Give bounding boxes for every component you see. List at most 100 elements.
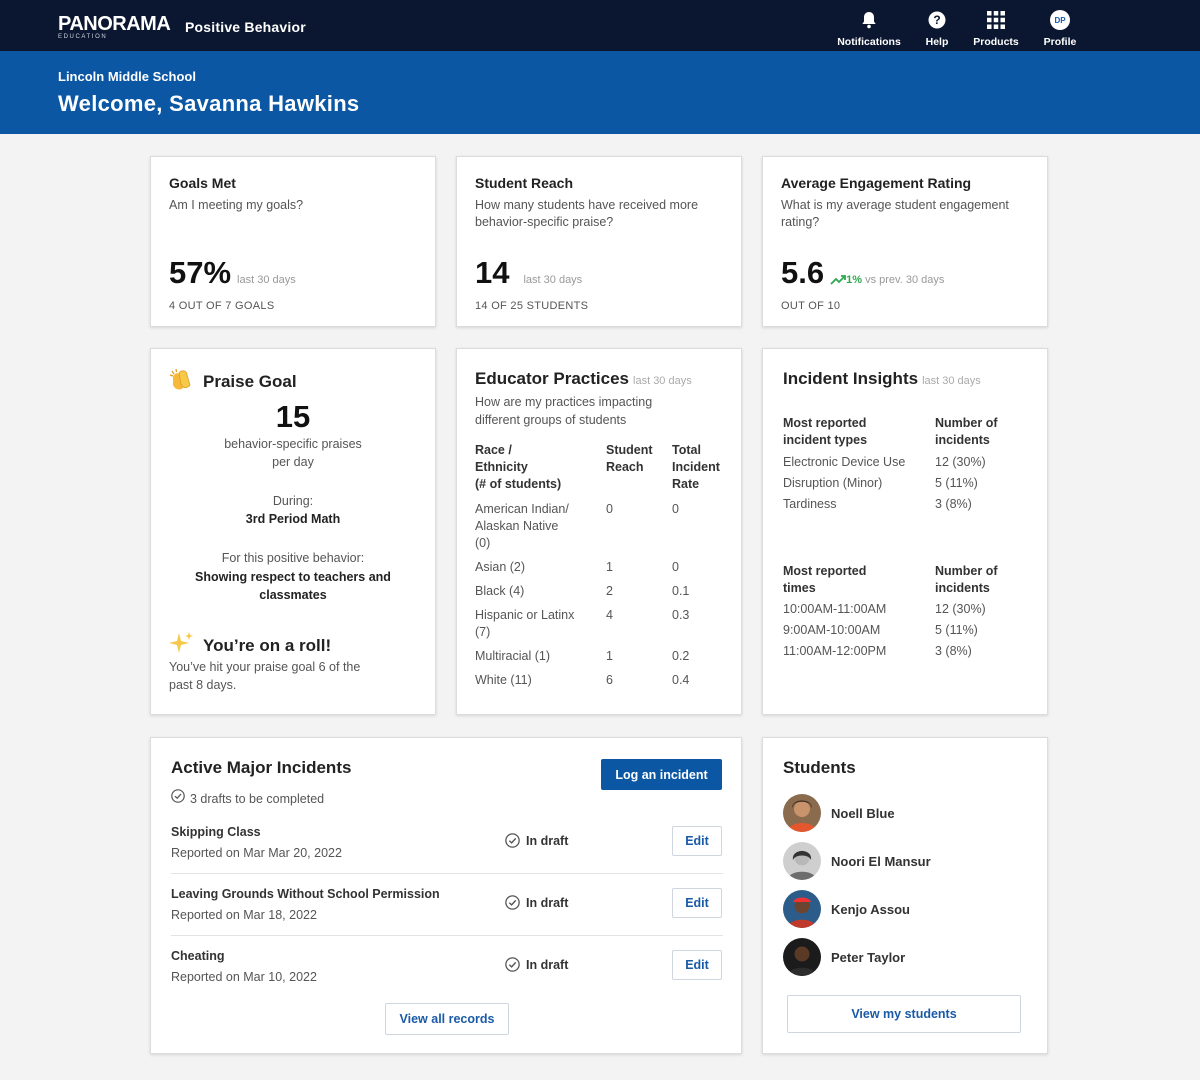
list-item-count: 12 (30%) — [935, 455, 986, 469]
roll-text-line1: You’ve hit your praise goal 6 of the — [169, 660, 361, 674]
student-avatar — [783, 890, 821, 928]
during-value: 3rd Period Math — [245, 512, 341, 526]
panorama-logo[interactable]: PANORAMA — [58, 14, 171, 34]
table-row: Hispanic or Latinx (7) — [475, 608, 575, 639]
help-icon: ? — [918, 8, 956, 32]
table-cell-rate: 0.3 — [672, 608, 690, 622]
engagement-card: Average Engagement Rating What is my ave… — [762, 156, 1048, 327]
table-cell-reach: 4 — [606, 608, 613, 622]
student-name: Kenjo Assou — [831, 901, 910, 917]
list-item-count: 3 (8%) — [935, 644, 972, 658]
clapping-hands-icon — [169, 367, 195, 396]
app-name[interactable]: Positive Behavior — [185, 19, 306, 35]
nav-products[interactable]: Products — [970, 8, 1022, 48]
behavior-value-line2: classmates — [259, 588, 327, 602]
list-item[interactable]: Peter Taylor — [783, 938, 905, 976]
table-cell-rate: 0.1 — [672, 584, 690, 598]
card-title: Praise Goal — [203, 371, 297, 391]
card-period: last 30 days — [633, 375, 692, 387]
edit-button[interactable]: Edit — [672, 950, 722, 980]
student-name: Noori El Mansur — [831, 853, 931, 869]
list-item: 9:00AM-10:00AM — [783, 623, 881, 637]
table-cell-rate: 0 — [672, 560, 679, 574]
table-cell-reach: 6 — [606, 673, 613, 687]
nav-help[interactable]: ? Help — [918, 8, 956, 48]
card-question: How many students have received more beh… — [475, 198, 699, 229]
table-row: Multiracial (1) — [475, 649, 551, 663]
praise-unit-line1: behavior-specific praises — [224, 437, 362, 451]
status-badge: In draft — [505, 895, 568, 910]
divider — [171, 873, 723, 874]
edit-button[interactable]: Edit — [672, 826, 722, 856]
sparkles-icon — [169, 631, 195, 660]
times-header: Most reported times — [783, 564, 867, 595]
list-item: 10:00AM-11:00AM — [783, 602, 887, 616]
incident-reported: Reported on Mar Mar 20, 2022 — [171, 846, 342, 860]
student-reach-card: Student Reach How many students have rec… — [456, 156, 742, 327]
praise-count: 15 — [275, 399, 311, 434]
behavior-label: For this positive behavior: — [221, 551, 365, 565]
divider — [171, 935, 723, 936]
types-count-header: Number of incidents — [935, 416, 998, 447]
trend-up-indicator: 1% vs prev. 30 days — [830, 274, 944, 286]
table-cell-reach: 1 — [606, 560, 613, 574]
incident-insights-card: Incident Insights last 30 days Most repor… — [762, 348, 1048, 715]
col-header-reach: Student Reach — [606, 443, 653, 474]
praise-unit-line2: per day — [272, 455, 314, 469]
roll-title: You’re on a roll! — [203, 635, 332, 655]
student-avatar — [783, 938, 821, 976]
student-name: Noell Blue — [831, 805, 895, 821]
list-item-count: 3 (8%) — [935, 497, 972, 511]
student-avatar — [783, 794, 821, 832]
roll-text-line2: past 8 days. — [169, 678, 237, 692]
card-period: last 30 days — [922, 375, 981, 387]
behavior-value-line1: Showing respect to teachers and — [195, 570, 391, 584]
view-my-students-button[interactable]: View my students — [787, 995, 1021, 1033]
table-cell-rate: 0.2 — [672, 649, 690, 663]
incident-reported: Reported on Mar 18, 2022 — [171, 908, 317, 922]
status-badge: In draft — [505, 957, 568, 972]
card-question: What is my average student engagement ra… — [781, 198, 1009, 229]
nav-label-profile: Profile — [1043, 36, 1077, 48]
logo-subtitle: EDUCATION — [58, 34, 108, 40]
incident-title[interactable]: Skipping Class — [171, 825, 261, 839]
stat-value: 57% last 30 days — [169, 255, 296, 290]
table-cell-reach: 2 — [606, 584, 613, 598]
list-item[interactable]: Noori El Mansur — [783, 842, 931, 880]
svg-text:?: ? — [933, 13, 940, 27]
card-title: Incident Insights — [783, 369, 919, 388]
table-row: American Indian/Alaskan Native (0) — [475, 502, 569, 550]
nav-notifications[interactable]: Notifications — [834, 8, 904, 48]
table-cell-reach: 0 — [606, 502, 613, 516]
status-badge: In draft — [505, 833, 568, 848]
praise-goal-card: Praise Goal 15 behavior-specific praises… — [150, 348, 436, 715]
card-title: Average Engagement Rating — [781, 175, 972, 191]
incident-title[interactable]: Leaving Grounds Without School Permissio… — [171, 887, 440, 901]
view-all-records-button[interactable]: View all records — [385, 1003, 509, 1035]
card-title: Students — [783, 758, 856, 777]
goals-met-card: Goals Met Am I meeting my goals? 57% last… — [150, 156, 436, 327]
card-title: Educator Practices — [475, 369, 630, 388]
nav-profile[interactable]: DP Profile — [1040, 8, 1080, 48]
card-title: Student Reach — [475, 175, 574, 191]
times-count-header: Number of incidents — [935, 564, 998, 595]
check-circle-icon — [505, 833, 520, 848]
log-incident-button[interactable]: Log an incident — [601, 759, 722, 790]
list-item-count: 12 (30%) — [935, 602, 986, 616]
nav-label-products: Products — [973, 36, 1019, 48]
edit-button[interactable]: Edit — [672, 888, 722, 918]
list-item[interactable]: Kenjo Assou — [783, 890, 910, 928]
stat-period: last 30 days — [237, 274, 296, 286]
list-item[interactable]: Noell Blue — [783, 794, 895, 832]
school-name: Lincoln Middle School — [58, 69, 196, 84]
card-question-line2: different groups of students — [475, 413, 627, 427]
stat-period: last 30 days — [523, 274, 583, 286]
grid-icon — [970, 8, 1022, 32]
table-row: White (11) — [475, 673, 532, 687]
col-header-group: Race / Ethnicity (# of students) — [475, 443, 562, 491]
incident-title[interactable]: Cheating — [171, 949, 224, 963]
check-circle-icon — [505, 895, 520, 910]
nav-label-help: Help — [925, 36, 949, 48]
table-row: Asian (2) — [475, 560, 526, 574]
table-cell-reach: 1 — [606, 649, 613, 663]
